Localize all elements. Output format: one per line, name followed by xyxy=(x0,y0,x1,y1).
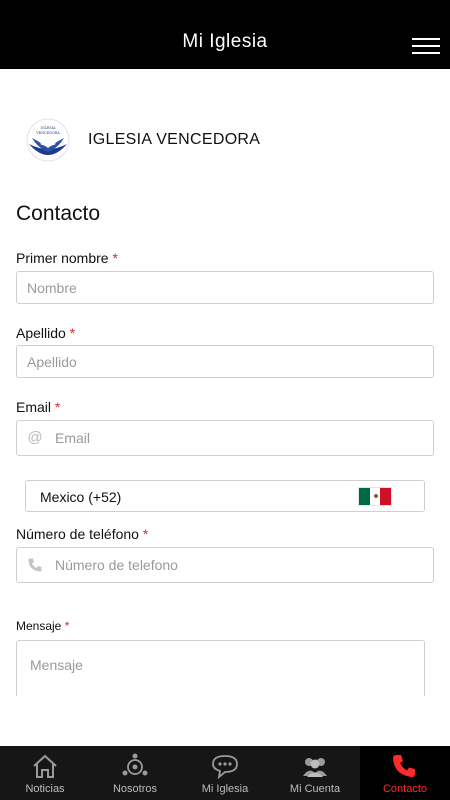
svg-text:VENCEDORA: VENCEDORA xyxy=(35,131,60,135)
message-input[interactable] xyxy=(30,657,410,691)
mexico-flag-icon xyxy=(358,487,392,506)
phone-icon xyxy=(28,558,42,572)
first-name-input[interactable] xyxy=(27,279,423,297)
country-code-select[interactable]: Mexico (+52) xyxy=(25,480,425,512)
email-field[interactable]: @ xyxy=(16,420,434,456)
church-name: IGLESIA VENCEDORA xyxy=(88,131,261,148)
people-network-icon xyxy=(122,753,148,776)
required-mark: * xyxy=(54,399,61,415)
svg-text:IGLESIA: IGLESIA xyxy=(41,126,56,130)
required-mark: * xyxy=(64,619,70,633)
phone-field[interactable] xyxy=(16,547,434,583)
first-name-field[interactable] xyxy=(16,271,434,304)
tab-noticias[interactable]: Noticias xyxy=(0,746,90,800)
phone-icon xyxy=(393,755,415,777)
user-group-icon xyxy=(303,758,327,777)
first-name-label: Primer nombre * xyxy=(16,250,118,266)
form-title: Contacto xyxy=(16,202,101,225)
email-label: Email * xyxy=(16,399,61,415)
home-icon xyxy=(33,754,57,778)
message-label: Mensaje * xyxy=(16,619,70,633)
at-sign-icon: @ xyxy=(27,429,43,446)
tab-mi-iglesia[interactable]: Mi Iglesia xyxy=(180,746,270,800)
required-mark: * xyxy=(112,250,118,266)
country-selected: Mexico (+52) xyxy=(40,489,122,505)
last-name-label: Apellido * xyxy=(16,325,76,341)
church-logo-icon: IGLESIA VENCEDORA xyxy=(26,118,70,162)
last-name-input[interactable] xyxy=(27,353,423,371)
required-mark: * xyxy=(69,325,76,341)
tab-mi-cuenta[interactable]: Mi Cuenta xyxy=(270,746,360,800)
bottom-tab-bar: Noticias Nosotros Mi Iglesia Mi Cuenta C… xyxy=(0,746,450,800)
message-field[interactable] xyxy=(16,640,425,696)
church-brand: IGLESIA VENCEDORA IGLESIA VENCEDORA xyxy=(26,117,260,163)
hamburger-menu-icon[interactable] xyxy=(412,36,440,56)
chat-bubble-icon xyxy=(212,755,238,779)
page-title: Mi Iglesia xyxy=(182,31,268,52)
last-name-field[interactable] xyxy=(16,345,434,378)
tab-nosotros[interactable]: Nosotros xyxy=(90,746,180,800)
email-input[interactable] xyxy=(55,429,425,447)
tab-contacto[interactable]: Contacto xyxy=(360,746,450,800)
phone-label: Número de teléfono * xyxy=(16,526,149,542)
required-mark: * xyxy=(142,526,149,542)
top-bar: Mi Iglesia xyxy=(0,0,450,69)
phone-input[interactable] xyxy=(55,556,425,574)
